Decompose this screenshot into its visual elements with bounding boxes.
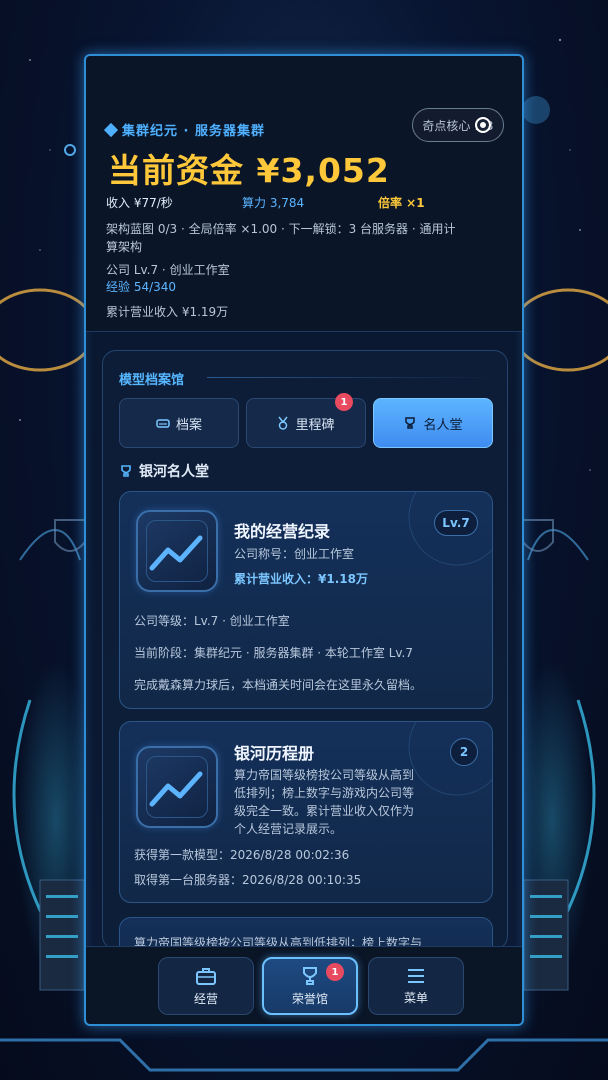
trend-up-icon (149, 771, 203, 807)
multiplier-stat: 倍率 ×1 (378, 196, 425, 210)
archive-note: 完成戴森算力球后，本档通关时间会在这里永久留档。 (134, 678, 423, 692)
compute-stat: 算力 3,784 (242, 196, 305, 210)
income-stat: 收入 ¥77/秒 (106, 196, 173, 210)
nav-honor-hall[interactable]: 荣誉馆 1 (262, 957, 358, 1015)
bottom-nav: 经营 荣誉馆 1 菜单 (86, 946, 522, 1024)
nav-menu[interactable]: 菜单 (368, 957, 464, 1015)
desc-line: 个人经营记录展示。 (234, 822, 343, 836)
divider (207, 377, 497, 378)
card-title: 银河历程册 (234, 744, 315, 763)
trend-up-icon (149, 535, 203, 571)
nav-label: 荣誉馆 (291, 991, 328, 1006)
current-stage: 当前阶段：集群纪元 · 服务器集群 · 本轮工作室 Lv.7 (134, 646, 414, 660)
company-level: 公司 Lv.7 · 创业工作室 (106, 263, 230, 277)
total-revenue: 累计营业收入 ¥1.19万 (106, 305, 229, 319)
notification-badge: 1 (326, 963, 344, 981)
drive-icon (156, 419, 170, 428)
nav-label: 菜单 (403, 990, 428, 1005)
era-label: 集群纪元 · 服务器集群 (103, 120, 265, 139)
era-text: 集群纪元 · 服务器集群 (122, 124, 265, 139)
count-badge: 2 (450, 738, 478, 766)
trophy-icon (121, 465, 131, 477)
card-title: 我的经营纪录 (234, 522, 331, 541)
first-server-time: 取得第一台服务器：2026/8/28 00:10:35 (134, 873, 362, 887)
record-card[interactable]: 我的经营纪录 Lv.7 公司称号：创业工作室 累计营业收入：¥1.18万 公司等… (119, 491, 493, 709)
notification-badge: 1 (335, 393, 353, 411)
nav-label: 经营 (193, 991, 218, 1006)
chart-badge-icon (136, 746, 218, 828)
tab-label: 里程碑 (295, 417, 335, 433)
blueprint-line-2: 算架构 (106, 240, 143, 254)
first-model-time: 获得第一款模型：2026/8/28 00:02:36 (134, 848, 350, 862)
tab-archive[interactable]: 档案 (119, 398, 239, 448)
tab-milestones[interactable]: 里程碑 1 (246, 393, 366, 448)
archive-panel: 模型档案馆 档案 里程碑 1 名人堂 银河名人堂 我的经营纪录 Lv.7 公司称… (102, 350, 508, 950)
chart-badge-icon (136, 510, 218, 592)
current-funds: 当前资金 ¥3,052 (108, 151, 390, 190)
status-header: 集群纪元 · 服务器集群 奇点核心 1/3 当前资金 ¥3,052 收入 ¥77… (86, 56, 522, 332)
history-card[interactable]: 银河历程册 2 算力帝国等级榜按公司等级从高到 低排列；榜上数字与游戏内公司等 … (119, 721, 493, 903)
tab-hall-of-fame[interactable]: 名人堂 (373, 398, 493, 448)
singularity-core-button[interactable]: 奇点核心 1/3 (412, 108, 504, 142)
card-glow (408, 722, 492, 796)
desc-line: 低排列；榜上数字与游戏内公司等 (234, 786, 415, 800)
core-toggle-icon (475, 117, 491, 133)
company-grade: 公司等级：Lv.7 · 创业工作室 (134, 614, 290, 628)
game-panel: 集群纪元 · 服务器集群 奇点核心 1/3 当前资金 ¥3,052 收入 ¥77… (84, 54, 524, 1026)
briefcase-icon (196, 967, 216, 985)
hall-of-fame-heading: 银河名人堂 (119, 461, 209, 481)
diamond-icon (103, 122, 119, 137)
nav-operations[interactable]: 经营 (158, 957, 254, 1015)
experience: 经验 54/340 (106, 280, 177, 294)
tab-label: 名人堂 (423, 417, 463, 433)
trophy-icon (405, 417, 416, 429)
sub-title-text: 银河名人堂 (139, 464, 209, 480)
section-title: 模型档案馆 (119, 373, 185, 388)
revenue-highlight: 累计营业收入：¥1.18万 (234, 572, 368, 586)
trophy-icon (303, 966, 317, 985)
tab-label: 档案 (175, 417, 202, 433)
company-name: 公司称号：创业工作室 (234, 547, 355, 561)
medal-icon (278, 416, 289, 430)
blueprint-line: 架构蓝图 0/3 · 全局倍率 ×1.00 · 下一解锁：3 台服务器 · 通用… (106, 222, 456, 236)
menu-icon (408, 968, 424, 983)
desc-line: 级完全一致。累计营业收入仅作为 (234, 804, 415, 818)
desc-line: 算力帝国等级榜按公司等级从高到 (234, 768, 415, 782)
level-badge: Lv.7 (434, 510, 478, 536)
